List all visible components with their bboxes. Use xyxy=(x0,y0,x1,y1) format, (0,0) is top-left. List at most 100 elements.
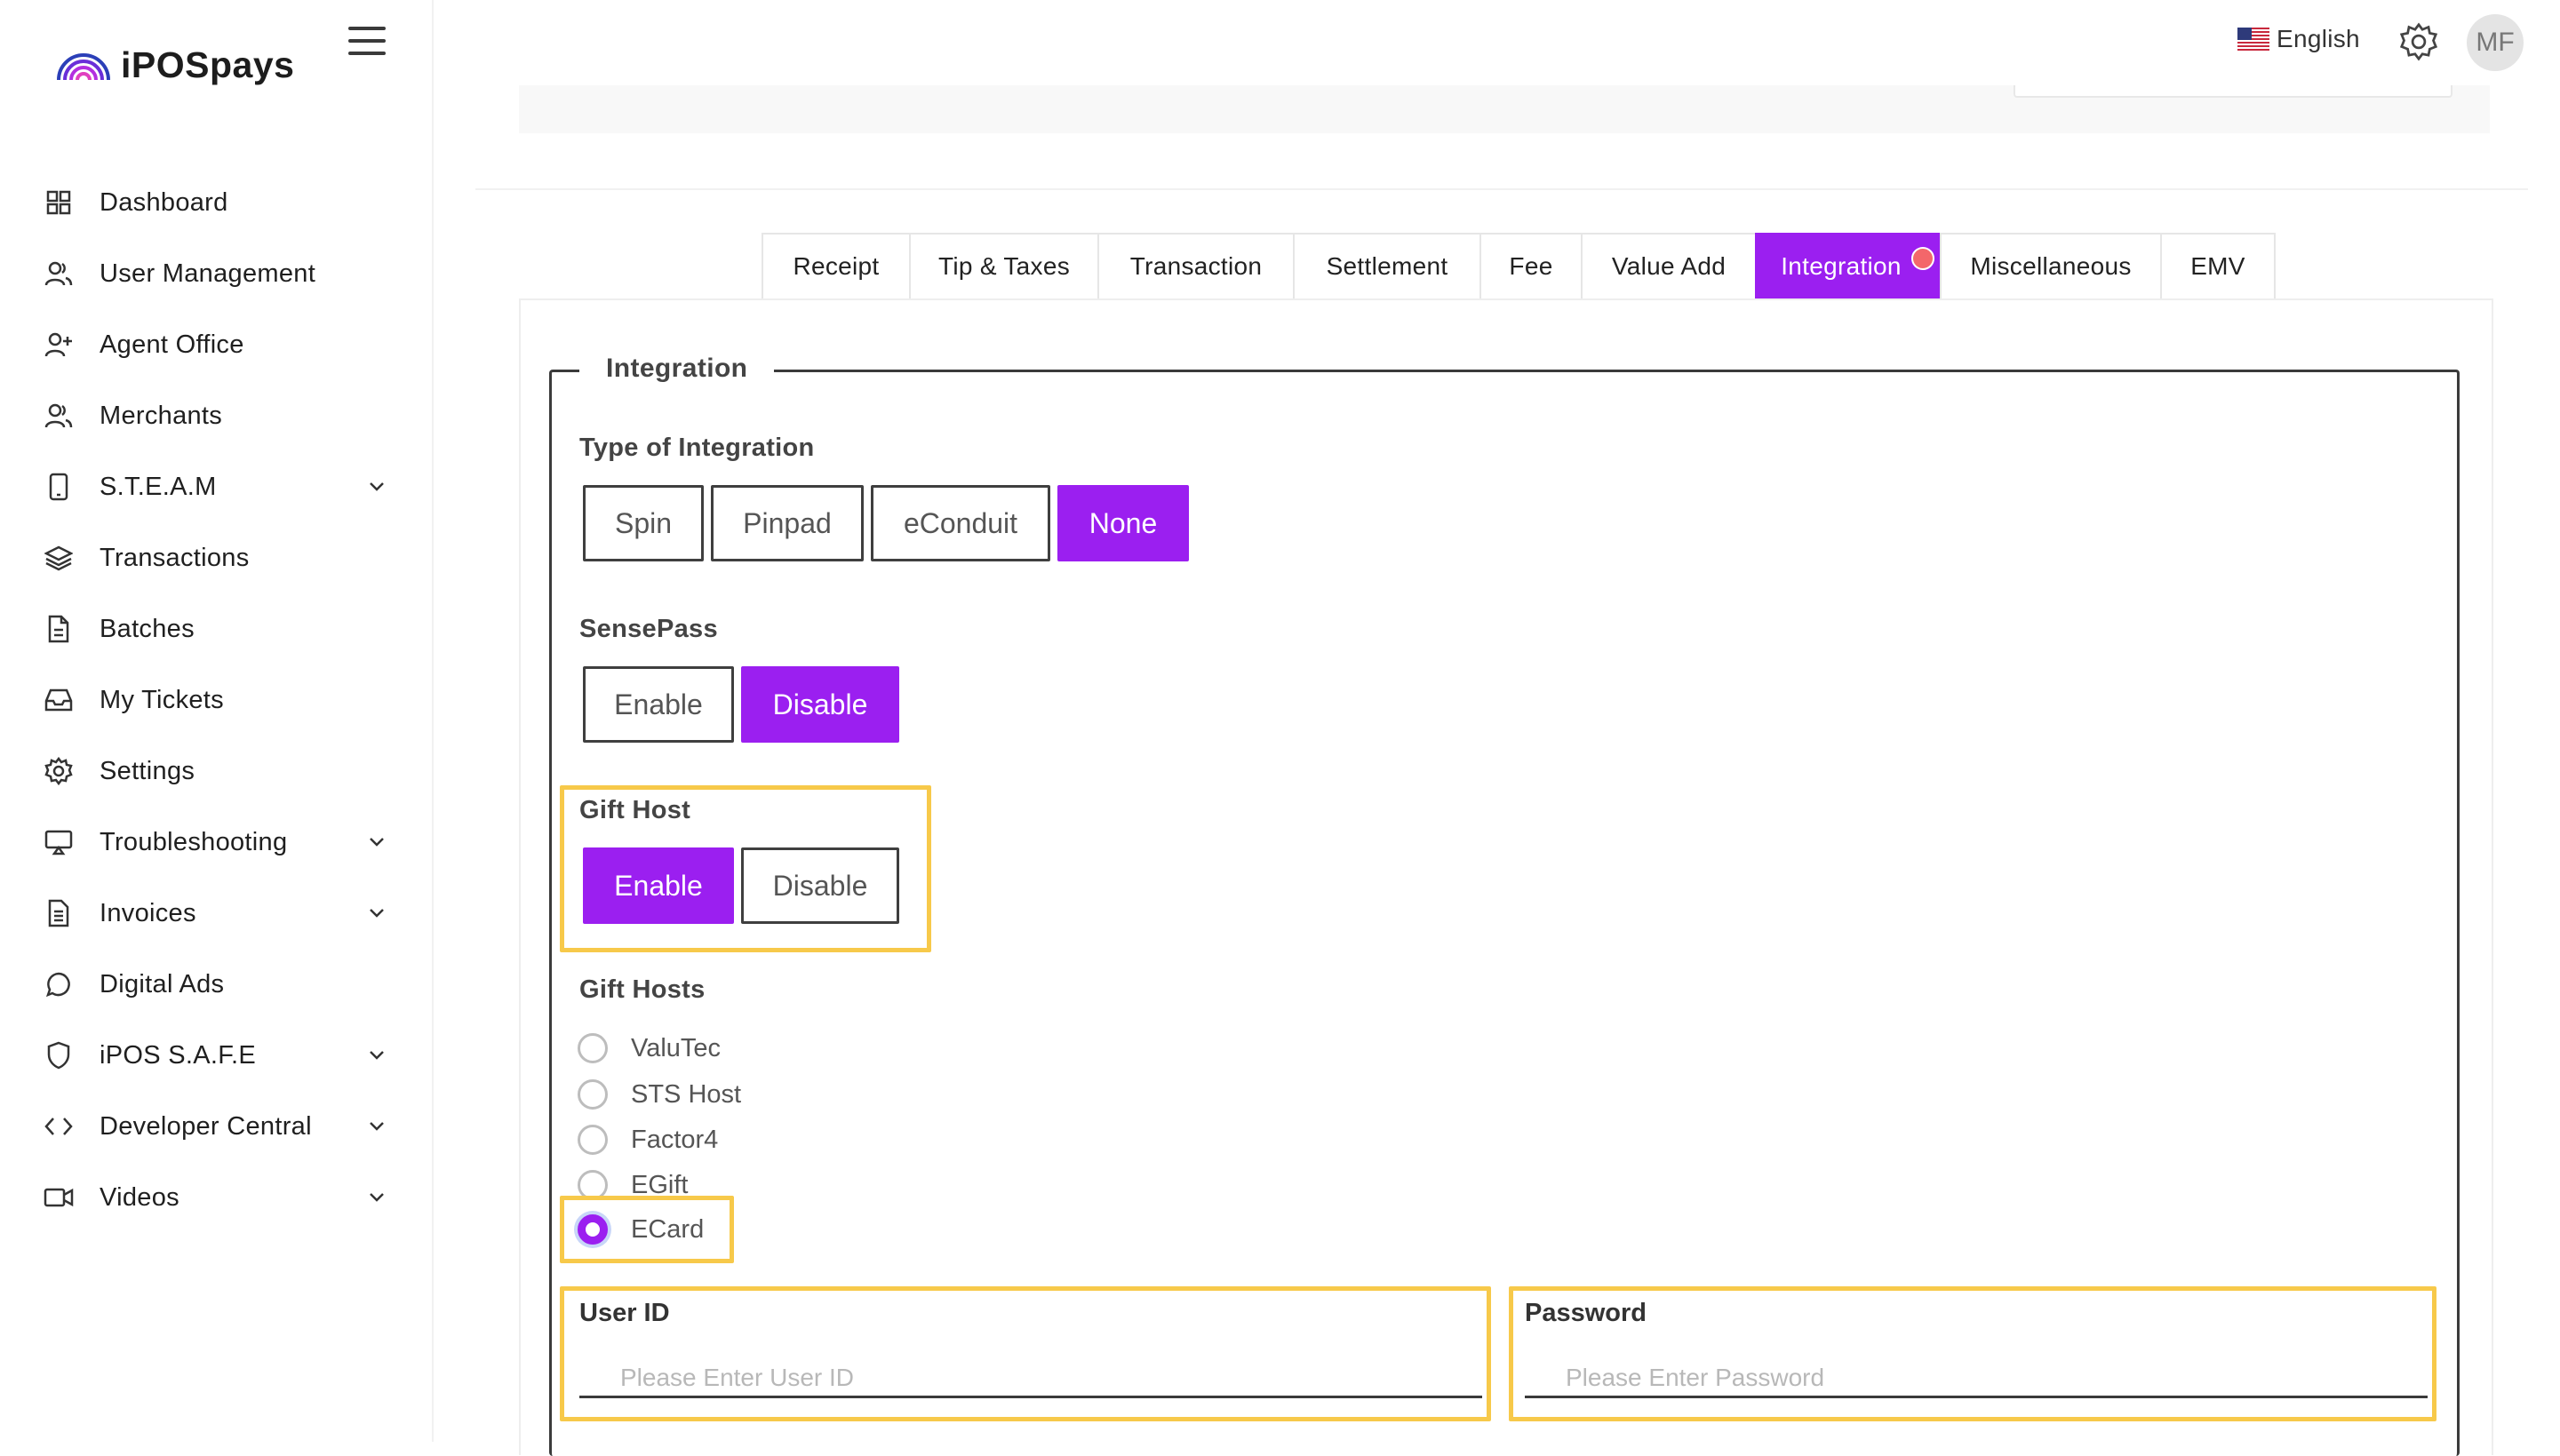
sidebar-item-label: Videos xyxy=(100,1182,179,1212)
gear-icon xyxy=(43,755,75,787)
hamburger-icon xyxy=(348,27,386,30)
sidebar-item-ipos-safe[interactable]: iPOS S.A.F.E xyxy=(43,1030,389,1080)
tab-tip-taxes[interactable]: Tip & Taxes xyxy=(909,233,1099,298)
grid-icon xyxy=(43,187,75,219)
gift-host-option-valutec[interactable]: ValuTec xyxy=(578,1029,721,1068)
gift-host-disable-button[interactable]: Disable xyxy=(741,847,899,924)
sidebar: iPOSpays Dashboard User Management Agent… xyxy=(0,0,434,1442)
video-icon xyxy=(43,1182,75,1213)
tab-label: Integration xyxy=(1781,252,1902,280)
sidebar-item-digital-ads[interactable]: Digital Ads xyxy=(43,959,389,1009)
sidebar-item-label: Merchants xyxy=(100,401,223,430)
us-flag-icon xyxy=(2237,28,2269,51)
gift-host-option-sts-host[interactable]: STS Host xyxy=(578,1075,741,1114)
code-icon xyxy=(43,1110,75,1142)
sidebar-item-user-management[interactable]: User Management xyxy=(43,249,389,298)
settings-tabs: Receipt Tip & Taxes Transaction Settleme… xyxy=(762,233,2276,298)
brand-name: iPOSpays xyxy=(121,44,295,85)
tab-label: Transaction xyxy=(1129,252,1263,280)
sidebar-item-developer-central[interactable]: Developer Central xyxy=(43,1102,389,1151)
tab-value-add[interactable]: Value Add xyxy=(1581,233,1757,298)
tab-integration[interactable]: Integration xyxy=(1755,233,1942,298)
chevron-down-icon[interactable] xyxy=(364,830,389,855)
tab-label: Fee xyxy=(1509,252,1553,280)
radio-label: Factor4 xyxy=(631,1125,719,1154)
radio-button[interactable] xyxy=(578,1033,608,1063)
language-label: English xyxy=(2277,25,2360,52)
integration-pinpad-button[interactable]: Pinpad xyxy=(711,485,864,561)
integration-none-button[interactable]: None xyxy=(1057,485,1189,561)
file-icon xyxy=(43,613,75,645)
sidebar-item-merchants[interactable]: Merchants xyxy=(43,391,389,441)
sidebar-item-label: Agent Office xyxy=(100,330,244,359)
sidebar-item-transactions[interactable]: Transactions xyxy=(43,533,389,583)
notification-dot xyxy=(1911,247,1934,270)
sidebar-item-label: Batches xyxy=(100,614,195,643)
sidebar-item-label: Invoices xyxy=(100,898,196,927)
shield-icon xyxy=(43,1039,75,1071)
gift-host-option-factor4[interactable]: Factor4 xyxy=(578,1120,718,1159)
sidebar-item-label: My Tickets xyxy=(100,685,224,714)
user-id-highlight xyxy=(560,1286,1491,1421)
gift-host-enable-button[interactable]: Enable xyxy=(583,847,734,924)
settings-button[interactable] xyxy=(2399,22,2438,61)
layers-icon xyxy=(43,542,75,574)
chevron-down-icon[interactable] xyxy=(364,1043,389,1068)
radio-button[interactable] xyxy=(578,1125,608,1155)
sidebar-item-invoices[interactable]: Invoices xyxy=(43,888,389,938)
sidebar-item-troubleshooting[interactable]: Troubleshooting xyxy=(43,817,389,867)
tab-fee[interactable]: Fee xyxy=(1479,233,1583,298)
menu-toggle-button[interactable] xyxy=(348,27,386,57)
integration-legend: Integration xyxy=(579,354,775,384)
password-highlight xyxy=(1509,1286,2436,1421)
radio-button-selected[interactable] xyxy=(578,1214,608,1245)
tab-label: Tip & Taxes xyxy=(937,252,1071,280)
gift-hosts-label: Gift Hosts xyxy=(579,975,706,1004)
sidebar-item-label: Settings xyxy=(100,756,195,785)
gift-host-label: Gift Host xyxy=(579,796,691,824)
integration-spin-button[interactable]: Spin xyxy=(583,485,704,561)
sidebar-item-videos[interactable]: Videos xyxy=(43,1173,389,1222)
user-id-input[interactable] xyxy=(579,1359,1482,1398)
sensepass-disable-button[interactable]: Disable xyxy=(741,666,899,743)
chevron-down-icon[interactable] xyxy=(364,474,389,499)
language-selector[interactable]: English xyxy=(2237,25,2360,53)
avatar[interactable]: MF xyxy=(2467,14,2524,71)
gift-host-option-ecard[interactable]: ECard xyxy=(578,1210,704,1249)
sidebar-item-dashboard[interactable]: Dashboard xyxy=(43,178,389,227)
tab-miscellaneous[interactable]: Miscellaneous xyxy=(1940,233,2162,298)
chevron-down-icon[interactable] xyxy=(364,1114,389,1139)
chevron-down-icon[interactable] xyxy=(364,901,389,926)
integration-econduit-button[interactable]: eConduit xyxy=(871,485,1050,561)
radio-label: ValuTec xyxy=(631,1033,722,1062)
chat-bubble-icon xyxy=(43,968,75,1000)
radio-button[interactable] xyxy=(578,1079,608,1110)
sidebar-item-settings[interactable]: Settings xyxy=(43,746,389,796)
password-input[interactable] xyxy=(1525,1359,2428,1398)
tab-transaction[interactable]: Transaction xyxy=(1097,233,1295,298)
tablet-icon xyxy=(43,471,75,503)
brand-logo[interactable]: iPOSpays xyxy=(55,44,294,86)
tab-label: EMV xyxy=(2190,252,2245,280)
top-panel-dropdown[interactable] xyxy=(2014,85,2452,98)
sidebar-item-label: Developer Central xyxy=(100,1111,312,1141)
tab-emv[interactable]: EMV xyxy=(2160,233,2276,298)
sidebar-item-my-tickets[interactable]: My Tickets xyxy=(43,675,389,725)
user-id-label: User ID xyxy=(579,1299,670,1327)
tab-label: Miscellaneous xyxy=(1970,252,2132,280)
chevron-down-icon[interactable] xyxy=(364,1185,389,1210)
tab-label: Value Add xyxy=(1611,252,1727,280)
sidebar-item-agent-office[interactable]: Agent Office xyxy=(43,320,389,370)
users-icon xyxy=(43,400,75,432)
divider xyxy=(475,188,2528,190)
tab-settlement[interactable]: Settlement xyxy=(1293,233,1481,298)
type-of-integration-label: Type of Integration xyxy=(579,434,815,462)
monitor-icon xyxy=(43,826,75,858)
sidebar-item-label: Digital Ads xyxy=(100,969,225,999)
tab-receipt[interactable]: Receipt xyxy=(762,233,911,298)
sidebar-item-label: Troubleshooting xyxy=(100,827,288,856)
sidebar-item-steam[interactable]: S.T.E.A.M xyxy=(43,462,389,512)
rainbow-logo-icon xyxy=(57,52,110,80)
sensepass-enable-button[interactable]: Enable xyxy=(583,666,734,743)
sidebar-item-batches[interactable]: Batches xyxy=(43,604,389,654)
